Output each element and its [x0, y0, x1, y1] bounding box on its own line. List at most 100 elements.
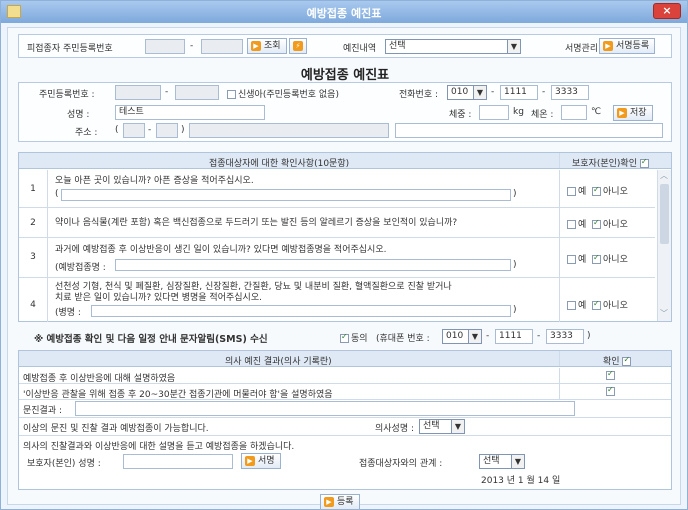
- no-checkbox[interactable]: [592, 299, 602, 310]
- yes-checkbox[interactable]: [567, 187, 576, 196]
- relation-select[interactable]: 선택 ▼: [479, 454, 525, 469]
- no-checkbox[interactable]: [592, 185, 602, 196]
- yes-checkbox[interactable]: [567, 301, 576, 310]
- guardian-name-label: 보호자(본인) 성명 :: [27, 459, 101, 469]
- question-answer-input[interactable]: [61, 189, 511, 201]
- scroll-down-icon[interactable]: ﹀: [660, 308, 668, 319]
- address-label: 주소 :: [75, 128, 98, 138]
- question-input-close: ): [513, 305, 517, 315]
- newborn-check-box[interactable]: [227, 90, 236, 99]
- questions-table: 접종대상자에 대한 확인사항(10문항) 보호자(본인)확인 1 오늘 아픈 곳…: [18, 152, 672, 322]
- sms-label: ※ 예방접종 확인 및 다음 일정 안내 문자알림(SMS) 수신: [34, 334, 268, 345]
- doctor-name-select[interactable]: 선택 ▼: [419, 419, 465, 434]
- yes-checkbox[interactable]: [567, 255, 576, 264]
- question-row: 1 오늘 아픈 곳이 있습니까? 아픈 증상을 적어주십시오. ( ) 예 아니…: [19, 170, 655, 208]
- question-answer-input[interactable]: [115, 259, 511, 271]
- zip-paren-close: ): [181, 125, 185, 135]
- question-input-close: ): [513, 189, 517, 199]
- scroll-up-icon[interactable]: ︿: [660, 170, 668, 181]
- zip-front-input[interactable]: [123, 123, 145, 138]
- history-label: 예진내역: [343, 44, 377, 54]
- phone-dash: -: [542, 87, 546, 97]
- window-title: 예방접종 예진표: [306, 7, 382, 20]
- temp-unit: ℃: [591, 107, 602, 117]
- sms-agree-checkbox[interactable]: 동의: [340, 331, 368, 344]
- patient-rrn-front-input[interactable]: [145, 39, 185, 54]
- result-input[interactable]: [75, 401, 575, 416]
- question-row: 3 과거에 예방접종 후 이상반응이 생긴 일이 있습니까? 있다면 예방접종명…: [19, 238, 655, 278]
- doctor-check-checkbox[interactable]: [606, 385, 615, 396]
- name-input[interactable]: 테스트: [115, 105, 265, 120]
- doctor-check-checkbox[interactable]: [606, 369, 615, 380]
- form-heading: 예방접종 예진표: [300, 68, 390, 83]
- close-button[interactable]: ×: [653, 3, 681, 19]
- sign-register-button[interactable]: ▶ 서명등록: [599, 38, 656, 54]
- questions-scrollbar[interactable]: ︿ ﹀: [657, 170, 671, 321]
- doctor-check-text: '이상반응 관찰을 위해 접종 후 20~30분간 접종기관에 머물러야 함'을…: [23, 390, 333, 400]
- questions-header-title: 접종대상자에 대한 확인사항(10문항): [209, 159, 350, 169]
- guardian-confirm-header: 보호자(본인)확인: [572, 156, 651, 169]
- scrollbar-thumb[interactable]: [660, 184, 669, 244]
- rrn-front-input[interactable]: [115, 85, 161, 100]
- result-row: 문진결과 :: [19, 400, 671, 418]
- register-button[interactable]: ▶ 등록: [320, 494, 360, 510]
- patient-info-panel: 주민등록번호 : - 신생아(주민등록번호 없음) 전화번호 : 010 ▼ - …: [18, 82, 672, 142]
- statement-text: 의사의 진찰결과와 이상반응에 대한 설명을 듣고 예방접종을 하겠습니다.: [23, 442, 295, 452]
- mobile-dash: -: [537, 331, 541, 341]
- doctor-header: 의사 예진 결과(의사 기록란) 확인: [19, 351, 671, 367]
- sign-button[interactable]: ▶ 서명: [241, 453, 281, 469]
- play-icon: ▶: [251, 40, 261, 51]
- weight-input[interactable]: [479, 105, 509, 120]
- zip-back-input[interactable]: [156, 123, 178, 138]
- mobile-dash: -: [486, 331, 490, 341]
- rrn-back-input[interactable]: [175, 85, 219, 100]
- question-input-open: (병명 :: [55, 308, 81, 318]
- history-select[interactable]: 선택 ▼: [385, 39, 521, 54]
- chevron-down-icon: ▼: [473, 86, 486, 99]
- patient-rrn-back-input[interactable]: [201, 39, 243, 54]
- name-label: 성명 :: [67, 110, 90, 120]
- play-icon: ▶: [603, 40, 613, 51]
- doctor-confirm-all-checkbox[interactable]: [622, 355, 632, 366]
- refresh-button[interactable]: ⚡: [289, 38, 307, 54]
- question-answer-input[interactable]: [91, 305, 511, 317]
- weight-label: 체중 :: [449, 110, 472, 120]
- guardian-name-input[interactable]: [123, 454, 233, 469]
- patient-rrn-label: 피접종자 주민등록번호: [27, 44, 113, 54]
- questions-header: 접종대상자에 대한 확인사항(10문항) 보호자(본인)확인: [19, 153, 671, 169]
- yes-checkbox[interactable]: [567, 220, 576, 229]
- newborn-checkbox[interactable]: 신생아(주민등록번호 없음): [227, 87, 339, 100]
- chevron-down-icon: ▼: [507, 40, 520, 53]
- form-content: 피접종자 주민등록번호 - ▶ 조회 ⚡ 예진내역 선택 ▼ 서명관리 ▶ 서명등록 …: [7, 27, 681, 510]
- save-button[interactable]: ▶ 저장: [613, 105, 653, 121]
- address-detail-input[interactable]: [395, 123, 663, 138]
- sms-agree-check-box[interactable]: [340, 332, 349, 343]
- no-checkbox[interactable]: [592, 218, 602, 229]
- mobile-mid-input[interactable]: 1111: [495, 329, 533, 344]
- no-checkbox[interactable]: [592, 253, 602, 264]
- chevron-down-icon: ▼: [451, 420, 464, 433]
- rrn-label: 주민등록번호 :: [39, 90, 95, 100]
- question-text-line2: 치료 받은 일이 있습니까? 있다면 병명을 적어주십시오.: [55, 293, 262, 303]
- question-text: 오늘 아픈 곳이 있습니까? 아픈 증상을 적어주십시오.: [55, 176, 254, 186]
- yes-no-options: 예 아니오: [567, 298, 628, 311]
- doctor-confirm-header: 확인: [603, 354, 633, 367]
- weight-unit: kg: [513, 107, 524, 117]
- guardian-confirm-all-checkbox[interactable]: [639, 157, 649, 168]
- address-main-input[interactable]: [189, 123, 389, 138]
- phone-area-select[interactable]: 010 ▼: [447, 85, 487, 100]
- mobile-area-select[interactable]: 010 ▼: [442, 329, 482, 344]
- temp-input[interactable]: [561, 105, 587, 120]
- question-row: 4 선천성 기형, 천식 및 폐질환, 심장질환, 신장질환, 간질환, 당뇨 …: [19, 278, 655, 322]
- doctor-header-title: 의사 예진 결과(의사 기록란): [225, 357, 332, 367]
- phone-last-input[interactable]: 3333: [551, 85, 589, 100]
- question-text: 과거에 예방접종 후 이상반응이 생긴 일이 있습니까? 있다면 예방접종명을 …: [55, 245, 387, 255]
- vaccination-prescreen-window: 예방접종 예진표 × 피접종자 주민등록번호 - ▶ 조회 ⚡ 예진내역 선택 ▼ …: [0, 0, 688, 510]
- temp-label: 체온 :: [531, 110, 554, 120]
- question-number: 3: [30, 252, 36, 262]
- question-number: 4: [30, 300, 36, 310]
- phone-mid-input[interactable]: 1111: [500, 85, 538, 100]
- rrn-dash: -: [190, 41, 194, 51]
- mobile-last-input[interactable]: 3333: [546, 329, 584, 344]
- lookup-button[interactable]: ▶ 조회: [247, 38, 287, 54]
